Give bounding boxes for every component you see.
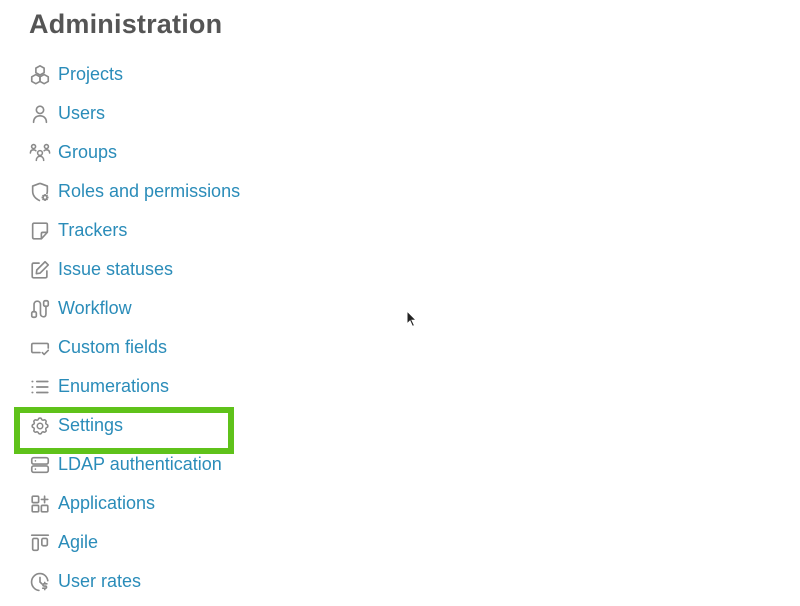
projects-icon (29, 64, 51, 86)
menu-item-settings[interactable]: Settings (29, 406, 123, 445)
menu-item-issue-statuses[interactable]: Issue statuses (29, 250, 173, 289)
mouse-pointer-icon (406, 310, 418, 328)
menu-item-label[interactable]: Issue statuses (58, 259, 173, 280)
user-icon (29, 103, 51, 125)
menu-item-label[interactable]: Groups (58, 142, 117, 163)
menu-item-label[interactable]: Custom fields (58, 337, 167, 358)
gear-icon (29, 415, 51, 437)
menu-item-label[interactable]: User rates (58, 571, 141, 592)
menu-item-custom-fields[interactable]: Custom fields (29, 328, 167, 367)
menu-item-label[interactable]: Users (58, 103, 105, 124)
menu-item-users[interactable]: Users (29, 94, 105, 133)
menu-item-applications[interactable]: Applications (29, 484, 155, 523)
menu-item-groups[interactable]: Groups (29, 133, 117, 172)
edit-icon (29, 259, 51, 281)
workflow-icon (29, 298, 51, 320)
menu-item-label[interactable]: Roles and permissions (58, 181, 240, 202)
menu-item-agile[interactable]: Agile (29, 523, 98, 562)
page-title: Administration (29, 9, 223, 39)
custom-field-icon (29, 337, 51, 359)
menu-item-trackers[interactable]: Trackers (29, 211, 127, 250)
menu-item-label[interactable]: Trackers (58, 220, 127, 241)
menu-item-ldap-authentication[interactable]: LDAP authentication (29, 445, 222, 484)
admin-page: Administration Projects Users Groups Rol… (0, 0, 800, 606)
menu-item-projects[interactable]: Projects (29, 55, 123, 94)
menu-item-roles-and-permissions[interactable]: Roles and permissions (29, 172, 240, 211)
menu-item-enumerations[interactable]: Enumerations (29, 367, 169, 406)
groups-icon (29, 142, 51, 164)
sticky-note-icon (29, 220, 51, 242)
menu-item-label[interactable]: Projects (58, 64, 123, 85)
menu-item-label[interactable]: LDAP authentication (58, 454, 222, 475)
menu-item-label[interactable]: Settings (58, 415, 123, 436)
menu-item-label[interactable]: Agile (58, 532, 98, 553)
shield-gear-icon (29, 181, 51, 203)
menu-item-user-rates[interactable]: User rates (29, 562, 141, 601)
server-icon (29, 454, 51, 476)
menu-item-label[interactable]: Enumerations (58, 376, 169, 397)
menu-item-label[interactable]: Workflow (58, 298, 132, 319)
agile-board-icon (29, 532, 51, 554)
menu-item-label[interactable]: Applications (58, 493, 155, 514)
clock-dollar-icon (29, 571, 51, 593)
apps-icon (29, 493, 51, 515)
list-icon (29, 376, 51, 398)
menu-item-workflow[interactable]: Workflow (29, 289, 132, 328)
